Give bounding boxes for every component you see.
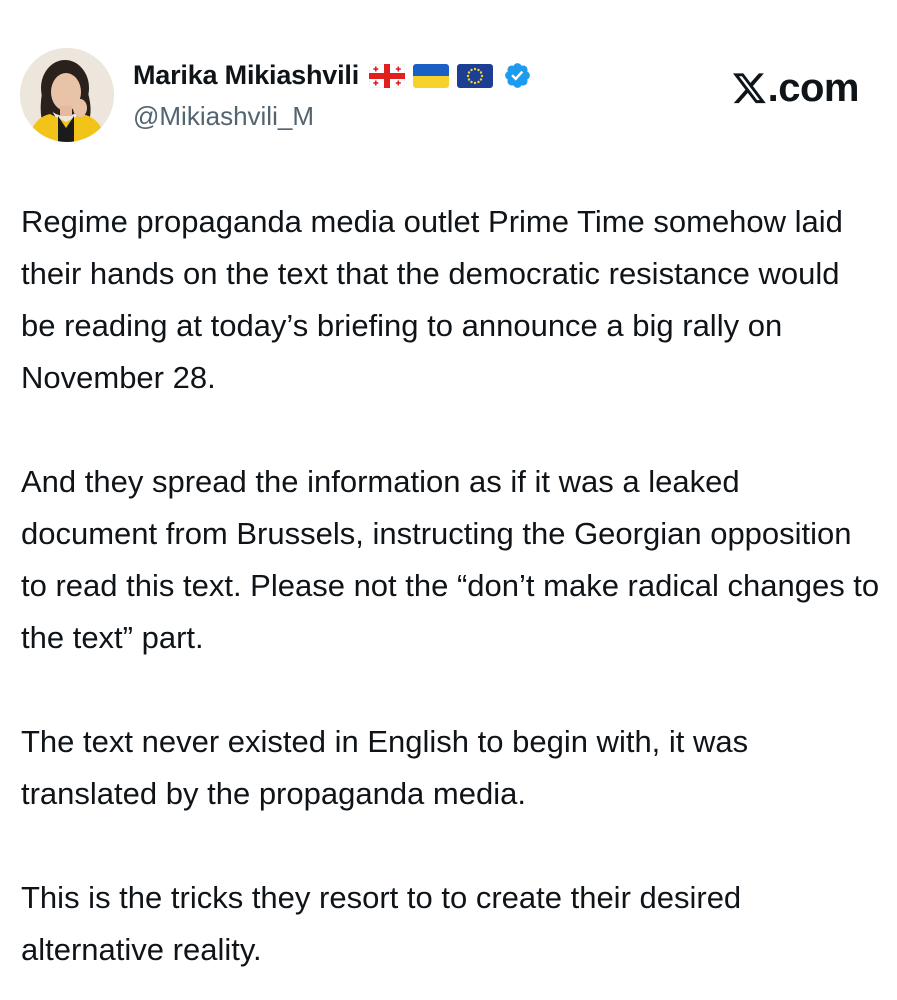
verified-badge-icon (505, 63, 530, 88)
eu-flag-icon (457, 63, 494, 88)
x-logo-icon (732, 72, 766, 103)
post-paragraph: And they spread the information as if it… (21, 464, 880, 655)
avatar[interactable] (20, 48, 114, 142)
post-body: Regime propaganda media outlet Prime Tim… (21, 196, 881, 976)
post-paragraph: The text never existed in English to beg… (21, 724, 749, 811)
author-handle[interactable]: @Mikiashvili_M (133, 101, 314, 132)
post-paragraph: This is the tricks they resort to to cre… (21, 880, 742, 967)
author-name-row: Marika Mikiashvili (133, 60, 532, 91)
ukraine-flag-icon (413, 63, 450, 88)
tweet-card: Marika Mikiashvili @Mikiashvili_M .com R… (0, 0, 897, 1000)
georgia-flag-icon (369, 63, 406, 88)
author-display-name[interactable]: Marika Mikiashvili (133, 60, 359, 91)
brand-domain-label: .com (767, 66, 860, 110)
brand-watermark: .com (732, 66, 860, 111)
flag-emojis (369, 63, 494, 88)
post-paragraph: Regime propaganda media outlet Prime Tim… (21, 204, 843, 395)
